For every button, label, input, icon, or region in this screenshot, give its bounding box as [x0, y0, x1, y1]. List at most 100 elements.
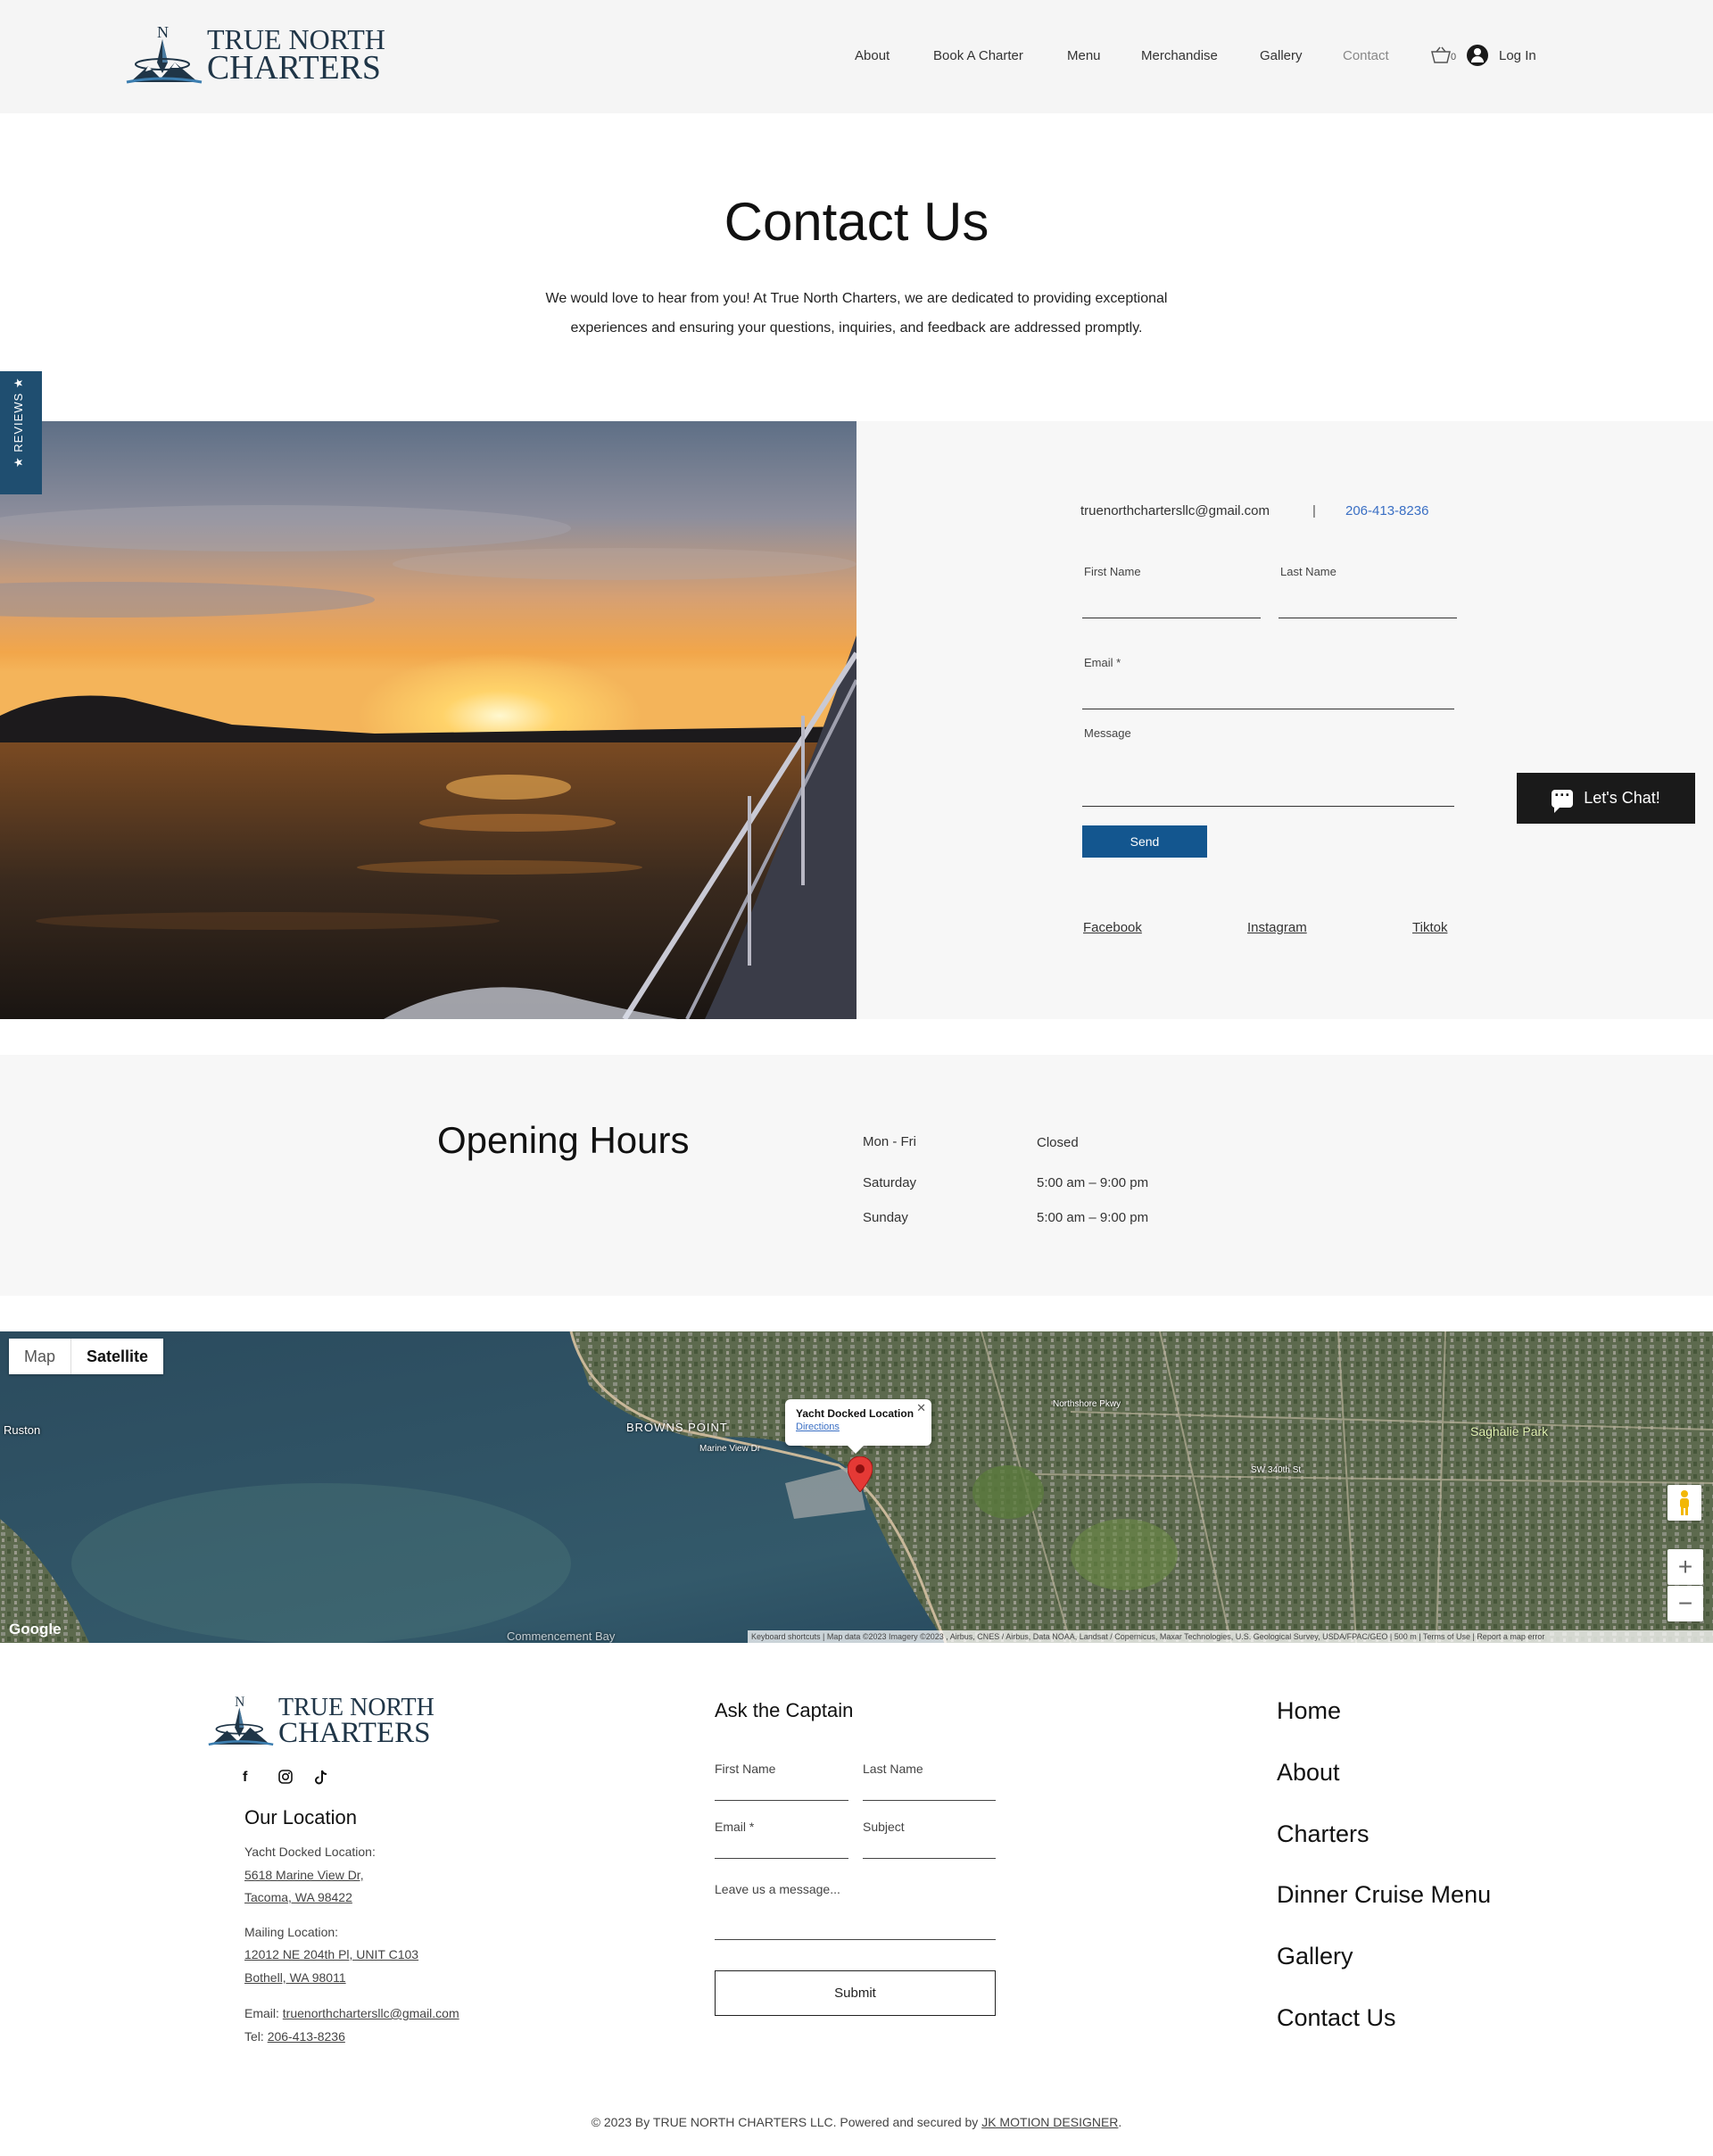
- instagram-link[interactable]: Instagram: [1247, 920, 1307, 935]
- map-tab[interactable]: Map: [9, 1339, 70, 1374]
- footer-social-icons: f: [243, 1770, 350, 1790]
- map-info-window: Yacht Docked Location Directions ✕: [785, 1399, 931, 1454]
- nav-menu[interactable]: Menu: [1067, 48, 1101, 63]
- map-attribution[interactable]: Keyboard shortcuts | Map data ©2023 Imag…: [748, 1630, 1713, 1643]
- logo-line-2: CHARTERS: [278, 1716, 431, 1749]
- send-button[interactable]: Send: [1082, 825, 1207, 858]
- user-avatar-icon: [1467, 45, 1488, 66]
- logo-line-1: TRUE NORTH: [278, 1693, 434, 1721]
- logo-n-letter: N: [157, 23, 169, 41]
- footer-nav-contact-us[interactable]: Contact Us: [1277, 2004, 1396, 2032]
- instagram-icon[interactable]: [278, 1770, 314, 1790]
- facebook-icon[interactable]: f: [243, 1770, 278, 1790]
- intro-line-1: We would love to hear from you! At True …: [545, 291, 1168, 306]
- footer-last-name-input[interactable]: [863, 1800, 996, 1801]
- zoom-in-button[interactable]: +: [1667, 1549, 1703, 1585]
- cart-count: 0: [1451, 52, 1457, 62]
- contact-separator: |: [1312, 503, 1316, 518]
- opening-hours-title: Opening Hours: [437, 1119, 690, 1161]
- footer-logo[interactable]: N TRUE NORTH CHARTERS: [203, 1694, 434, 1749]
- sunset-boat-photo: [0, 421, 856, 1019]
- map-label-browns-point: BROWNS POINT: [626, 1421, 728, 1434]
- logo-n-letter: N: [235, 1695, 244, 1710]
- directions-link[interactable]: Directions: [796, 1422, 921, 1432]
- map-label-road: Northshore Pkwy: [1053, 1399, 1121, 1409]
- map-type-toggle: Map Satellite: [9, 1339, 164, 1374]
- footer-last-name-label: Last Name: [863, 1762, 923, 1776]
- mailing-location-label: Mailing Location:: [244, 1925, 339, 1939]
- submit-button[interactable]: Submit: [715, 1970, 996, 2016]
- login-button[interactable]: Log In: [1467, 45, 1536, 66]
- footer-nav-charters[interactable]: Charters: [1277, 1820, 1370, 1848]
- yacht-address-line-1[interactable]: 5618 Marine View Dr,: [244, 1868, 364, 1882]
- footer-nav-about[interactable]: About: [1277, 1759, 1340, 1787]
- satellite-tab[interactable]: Satellite: [70, 1339, 163, 1374]
- our-location-title: Our Location: [244, 1806, 357, 1828]
- intro-text: We would love to hear from you! At True …: [500, 284, 1213, 343]
- footer-email-input[interactable]: [715, 1858, 848, 1859]
- footer-message-input[interactable]: [715, 1939, 996, 1940]
- mailing-address-line-1[interactable]: 12012 NE 204th Pl, UNIT C103: [244, 1947, 418, 1961]
- facebook-link[interactable]: Facebook: [1083, 920, 1142, 935]
- message-label: Message: [1084, 726, 1131, 740]
- first-name-label: First Name: [1084, 565, 1141, 578]
- site-logo[interactable]: N TRUE NORTH CHARTERS: [121, 23, 385, 87]
- last-name-label: Last Name: [1280, 565, 1336, 578]
- map-label-road: SW 340th St: [1251, 1465, 1302, 1475]
- zoom-out-button[interactable]: −: [1667, 1586, 1703, 1621]
- footer-nav-gallery[interactable]: Gallery: [1277, 1943, 1353, 1970]
- intro-line-2: experiences and ensuring your questions,…: [570, 320, 1143, 336]
- footer-first-name-label: First Name: [715, 1762, 776, 1776]
- hours-day: Sunday: [863, 1210, 908, 1225]
- copyright: © 2023 By TRUE NORTH CHARTERS LLC. Power…: [0, 2115, 1713, 2129]
- reviews-tab[interactable]: ★ REVIEWS ★: [0, 371, 42, 494]
- copyright-text: © 2023 By TRUE NORTH CHARTERS LLC. Power…: [591, 2115, 982, 2129]
- email-label: Email *: [1084, 656, 1121, 669]
- contact-email[interactable]: truenorthchartersllc@gmail.com: [1080, 503, 1270, 518]
- hours-day: Mon - Fri: [863, 1134, 916, 1149]
- yacht-address-line-2[interactable]: Tacoma, WA 98422: [244, 1890, 352, 1904]
- shopping-basket-icon: [1431, 46, 1451, 63]
- nav-contact[interactable]: Contact: [1343, 48, 1389, 63]
- footer-email-link[interactable]: truenorthchartersllc@gmail.com: [283, 2006, 459, 2020]
- yacht-location-label: Yacht Docked Location:: [244, 1845, 376, 1859]
- login-label: Log In: [1499, 47, 1536, 63]
- opening-hours-section: [0, 1055, 1713, 1296]
- nav-merchandise[interactable]: Merchandise: [1141, 48, 1218, 63]
- footer-email: Email: truenorthchartersllc@gmail.com: [244, 2006, 459, 2020]
- map-label-ruston: Ruston: [4, 1423, 41, 1437]
- chat-bubble-icon: [1552, 786, 1574, 813]
- reviews-tab-label: ★ REVIEWS ★: [12, 377, 25, 469]
- contact-phone[interactable]: 206-413-8236: [1345, 503, 1428, 518]
- map-popup-title: Yacht Docked Location: [796, 1407, 914, 1420]
- footer-subject-input[interactable]: [863, 1858, 996, 1859]
- nav-book-a-charter[interactable]: Book A Charter: [933, 48, 1023, 63]
- close-icon[interactable]: ✕: [916, 1401, 926, 1415]
- mailing-address-line-2[interactable]: Bothell, WA 98011: [244, 1970, 346, 1985]
- footer-nav-dinner-cruise-menu[interactable]: Dinner Cruise Menu: [1277, 1881, 1491, 1909]
- map-pin-icon[interactable]: [848, 1456, 873, 1492]
- contact-info: truenorthchartersllc@gmail.com | 206-413…: [1080, 503, 1428, 518]
- footer-first-name-input[interactable]: [715, 1800, 848, 1801]
- street-view-pegman-icon[interactable]: [1667, 1485, 1701, 1521]
- tiktok-link[interactable]: Tiktok: [1412, 920, 1447, 935]
- ask-the-captain-title: Ask the Captain: [715, 1699, 854, 1721]
- google-logo: Google: [9, 1621, 62, 1638]
- hours-time: Closed: [1037, 1135, 1079, 1150]
- nav-about[interactable]: About: [855, 48, 890, 63]
- cart-button[interactable]: 0: [1431, 46, 1460, 66]
- logo-line-2: CHARTERS: [207, 49, 381, 87]
- map-label-commencement-bay: Commencement Bay: [507, 1629, 616, 1643]
- hours-time: 5:00 am – 9:00 pm: [1037, 1175, 1149, 1190]
- footer-subject-label: Subject: [863, 1820, 905, 1834]
- designer-link[interactable]: JK MOTION DESIGNER: [981, 2115, 1118, 2129]
- chat-button[interactable]: Let's Chat!: [1517, 773, 1695, 824]
- nav-gallery[interactable]: Gallery: [1260, 48, 1303, 63]
- hours-day: Saturday: [863, 1175, 917, 1190]
- hours-time: 5:00 am – 9:00 pm: [1037, 1210, 1149, 1225]
- footer-tel-link[interactable]: 206-413-8236: [268, 2029, 345, 2044]
- tiktok-icon[interactable]: [314, 1770, 350, 1790]
- message-input[interactable]: [1082, 806, 1454, 807]
- compass-logo-icon: N: [121, 23, 207, 87]
- footer-nav-home[interactable]: Home: [1277, 1697, 1341, 1725]
